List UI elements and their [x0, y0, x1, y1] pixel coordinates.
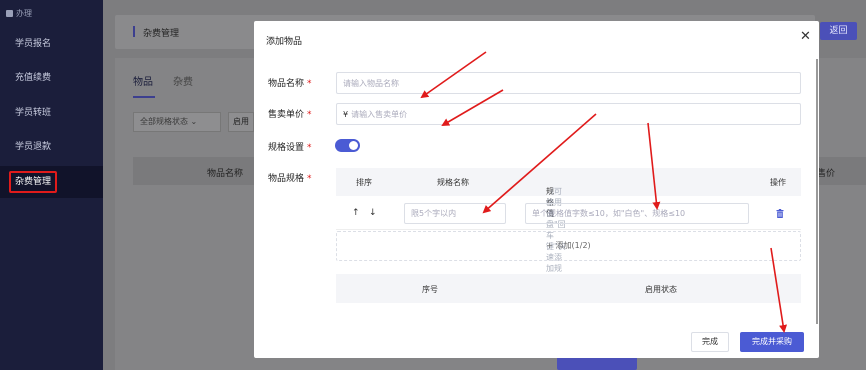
move-down-icon[interactable]: ↓ [369, 208, 377, 218]
sidebar-item-refund[interactable]: 学员退款 [0, 131, 103, 163]
bottom-button[interactable] [557, 356, 637, 370]
input-placeholder: 请输入售卖单价 [351, 109, 408, 119]
close-icon[interactable]: ✕ [800, 29, 811, 44]
sidebar-item-enroll[interactable]: 学员报名 [0, 28, 103, 60]
sidebar-item-label: 学员退款 [15, 142, 52, 152]
label-text: 规格设置 [268, 143, 305, 153]
label-text: 物品规格 [268, 174, 305, 184]
header-spec-name: 规格名称 [437, 178, 469, 187]
page-title: 杂费管理 [143, 29, 180, 39]
sidebar-item-recharge[interactable]: 充值续费 [0, 62, 103, 94]
add-spec-button[interactable]: + 添加(1/2) [336, 231, 801, 261]
enabled-select[interactable]: 启用 [228, 112, 254, 132]
price-field-label: 售卖单价 * [268, 107, 312, 120]
spec-table-header: 排序 规格名称 规格值（可使用键盘"回车键"快速添加规格值） 操作 [336, 168, 801, 295]
spec-field-label: 物品规格 * [268, 171, 312, 184]
done-and-purchase-button[interactable]: 完成并采购 [740, 332, 804, 352]
sidebar-item-label: 杂费管理 [9, 171, 58, 193]
sidebar-item-misc-fees[interactable]: 杂费管理 [0, 166, 103, 198]
required-mark: * [307, 110, 312, 120]
section-icon [6, 10, 13, 17]
return-button[interactable]: 返回 [820, 22, 857, 40]
table-row: ↑ ↓ 限5个字以内 单个规格值字数≤10，如"白色"、规格≤10 [336, 196, 801, 230]
tab-underline [133, 96, 155, 98]
sidebar-item-label: 学员转班 [15, 108, 52, 118]
currency-prefix: ¥ [343, 109, 349, 119]
sidebar-item-label: 学员报名 [15, 39, 52, 49]
label-text: 售卖单价 [268, 110, 305, 120]
input-placeholder: 请输入物品名称 [343, 78, 399, 88]
item-name-input[interactable]: 请输入物品名称 [336, 72, 801, 94]
sidebar-section-header: 办理 [6, 8, 32, 19]
required-mark: * [307, 143, 312, 153]
header-order: 排序 [356, 178, 372, 187]
add-item-dialog: 添加物品 ✕ 物品名称 * 请输入物品名称 售卖单价 * ¥ 请输入售卖单价 规格设置… [254, 21, 819, 358]
spec-value-input[interactable]: 单个规格值字数≤10，如"白色"、规格≤10 [525, 203, 749, 224]
spec-name-input[interactable]: 限5个字以内 [404, 203, 506, 224]
trash-icon[interactable] [776, 209, 784, 218]
required-mark: * [307, 174, 312, 184]
scrollbar[interactable] [816, 59, 818, 324]
select-value: 全部规格状态 [140, 117, 188, 126]
tab-fees[interactable]: 杂费 [173, 73, 193, 88]
dialog-title: 添加物品 [266, 37, 303, 47]
header-seq: 序号 [422, 285, 438, 294]
spec-status-select[interactable]: 全部规格状态 ⌄ [133, 112, 221, 132]
sequence-table-header: 序号 启用状态 [336, 274, 801, 303]
breadcrumb-bar [133, 26, 135, 37]
price-input[interactable]: ¥ 请输入售卖单价 [336, 103, 801, 125]
header-action: 操作 [770, 178, 786, 187]
move-up-icon[interactable]: ↑ [352, 208, 360, 218]
sidebar: 办理 学员报名 充值续费 学员转班 学员退款 杂费管理 [0, 0, 103, 370]
sidebar-item-label: 充值续费 [15, 73, 52, 83]
done-button[interactable]: 完成 [691, 332, 729, 352]
required-mark: * [307, 79, 312, 89]
column-header-price: 售价 [817, 169, 836, 179]
tab-items[interactable]: 物品 [133, 73, 153, 88]
sidebar-section-label: 办理 [16, 9, 32, 18]
header-enabled-status: 启用状态 [645, 285, 677, 294]
name-field-label: 物品名称 * [268, 76, 312, 89]
toggle-knob [349, 141, 358, 150]
label-text: 物品名称 [268, 79, 305, 89]
spec-setting-toggle[interactable] [335, 139, 360, 152]
spec-setting-label: 规格设置 * [268, 140, 312, 153]
column-header-name: 物品名称 [207, 169, 244, 179]
sidebar-item-transfer[interactable]: 学员转班 [0, 97, 103, 129]
